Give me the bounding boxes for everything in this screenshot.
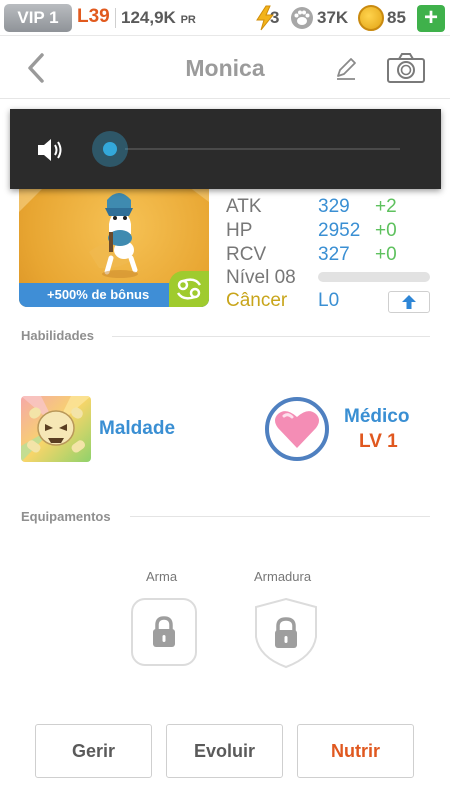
stat-label-hp: HP [226,220,253,241]
cancer-sign-icon [169,271,209,307]
add-coins-button[interactable]: + [417,5,445,32]
divider [115,8,116,28]
divider [112,336,430,337]
stat-bonus-atk: +2 [375,196,397,217]
equipment-heading: Equipamentos [21,509,111,524]
edit-icon[interactable] [333,56,359,82]
coin-count: 85 [387,8,406,27]
stat-label-rcv: RCV [226,244,267,265]
coin-icon [358,5,384,31]
paw-icon [291,7,313,29]
power-rating-unit: PR [180,14,196,26]
weapon-slot[interactable] [131,598,197,666]
vip-badge[interactable]: VIP 1 [4,4,72,32]
volume-slider-handle[interactable] [92,131,128,167]
evolve-button[interactable]: Evoluir [166,724,283,778]
feed-button[interactable]: Nutrir [297,724,414,778]
status-bar: VIP 1 L39 124,9K PR 3 37K 85 + [0,0,450,36]
skill-name-medico[interactable]: Médico [344,406,409,428]
stat-value-atk: 329 [318,196,350,217]
volume-panel [10,109,441,189]
divider [130,516,430,517]
stat-bonus-rcv: +0 [375,244,397,265]
stat-value-rcv: 327 [318,244,350,265]
volume-slider-track[interactable] [125,148,400,150]
rank-value: L0 [318,290,340,311]
paw-count: 37K [317,8,349,27]
stat-bonus-hp: +0 [375,220,397,241]
weapon-label: Arma [146,569,178,584]
skull-icon[interactable] [21,396,91,462]
camera-icon[interactable] [386,52,426,84]
lightning-icon [256,5,275,31]
player-level: L39 [77,6,110,27]
maldade-skill-image [21,396,91,462]
upgrade-button[interactable] [388,291,430,313]
stat-value-hp: 2952 [318,220,361,241]
header: Monica [0,37,450,99]
page-title: Monica [185,55,265,81]
shield-slot-icon [255,597,317,669]
energy-count: 3 [270,8,280,27]
skill-name-maldade[interactable]: Maldade [99,418,175,440]
level-progress-bar [318,272,430,282]
heart-shape-icon [275,411,319,448]
heart-icon[interactable] [265,397,329,461]
power-rating-value: 124,9K [121,8,176,27]
speaker-icon[interactable] [36,136,66,164]
skills-heading: Habilidades [21,328,94,343]
power-rating: 124,9K PR [121,8,196,28]
zodiac-sign: Câncer [226,290,288,311]
arrow-up-icon [402,295,416,309]
pet-portrait[interactable]: +500% de bônus [19,172,209,307]
skill-level-medico: LV 1 [359,431,398,452]
level-label: Nível 08 [226,267,296,288]
armor-label: Armadura [254,569,312,584]
manage-button[interactable]: Gerir [35,724,152,778]
stat-label-atk: ATK [226,196,262,217]
lock-icon [153,616,175,647]
cancer-symbol-icon [176,278,202,300]
armor-slot[interactable] [253,597,319,669]
